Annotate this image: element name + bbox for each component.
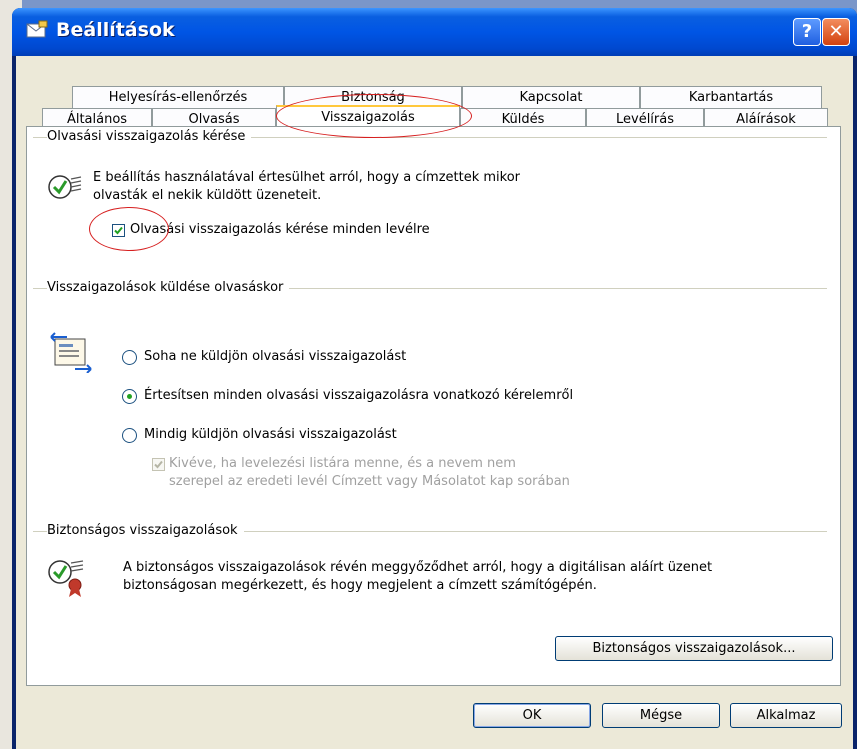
secure-description-line1: A biztonságos visszaigazolások révén meg… — [123, 560, 713, 575]
tab-panel: Olvasási visszaigazolás kérése E beállít… — [26, 126, 841, 686]
section-title-secure: Biztonságos visszaigazolások — [47, 523, 244, 538]
cancel-button[interactable]: Mégse — [602, 703, 720, 728]
radio-never-send[interactable] — [122, 350, 137, 365]
tab-helyesiras[interactable]: Helyesírás-ellenőrzés — [72, 86, 284, 108]
radio-notify-each[interactable] — [122, 389, 137, 404]
checkmark-icon — [154, 460, 163, 469]
section-title-request: Olvasási visszaigazolás kérése — [47, 129, 252, 144]
secure-receipts-button[interactable]: Biztonságos visszaigazolások... — [555, 636, 833, 661]
ok-button[interactable]: OK — [473, 703, 591, 728]
title-bar[interactable]: Beállítások ? ✕ — [12, 8, 857, 56]
secure-description-line2: biztonságosan megérkezett, és hogy megje… — [123, 578, 597, 593]
request-receipt-label[interactable]: Olvasási visszaigazolás kérése minden le… — [130, 221, 430, 239]
request-description-line1: E beállítás használatával értesülhet arr… — [93, 170, 521, 185]
envelope-icon — [26, 20, 48, 38]
window-title: Beállítások — [56, 19, 175, 41]
apply-button[interactable]: Alkalmaz — [730, 703, 842, 728]
receipt-send-icon — [50, 332, 92, 373]
help-button[interactable]: ? — [793, 18, 821, 46]
request-description-line2: olvasták el nekik küldött üzeneteit. — [93, 188, 322, 203]
radio-selected-dot — [127, 394, 132, 399]
tab-kapcsolat[interactable]: Kapcsolat — [462, 86, 640, 108]
tab-karbantartas[interactable]: Karbantartás — [640, 86, 822, 108]
except-label-line1: Kivéve, ha levelezési listára menne, és … — [169, 456, 516, 471]
secure-receipt-icon — [48, 560, 84, 597]
option-notify-each[interactable]: Értesítsen minden olvasási visszaigazolá… — [144, 387, 573, 405]
request-receipt-checkbox[interactable] — [112, 224, 125, 237]
checkmark-icon — [114, 226, 123, 235]
close-button[interactable]: ✕ — [822, 18, 850, 46]
except-label-line2: szerepel az eredeti levél Címzett vagy M… — [169, 474, 570, 489]
radio-always-send[interactable] — [122, 428, 137, 443]
except-mailing-list-checkbox[interactable] — [152, 458, 165, 471]
option-always-send[interactable]: Mindig küldjön olvasási visszaigazolást — [144, 426, 397, 444]
receipt-check-icon — [48, 175, 82, 199]
option-never-send[interactable]: Soha ne küldjön olvasási visszaigazolást — [144, 348, 406, 366]
section-title-send: Visszaigazolások küldése olvasáskor — [47, 280, 290, 295]
